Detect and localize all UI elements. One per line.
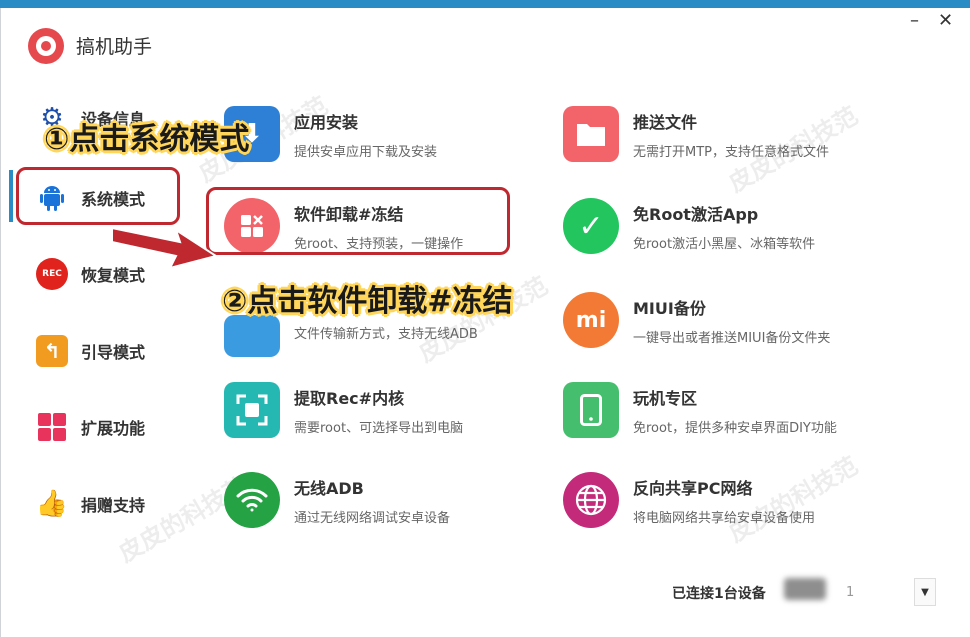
card-desc: 无需打开MTP，支持任意格式文件 — [633, 144, 829, 160]
device-suffix: 1 — [846, 585, 855, 600]
sidebar-item-label: 捐赠支持 — [81, 496, 146, 515]
highlight-box-uninstall — [206, 187, 510, 255]
card-desc: 免root激活小黑屋、冰箱等软件 — [633, 236, 816, 252]
app-title: 搞机助手 — [76, 36, 153, 58]
connection-status: 已连接1台设备 — [672, 586, 766, 602]
wifi-icon — [224, 472, 280, 528]
sidebar-item-bootloader-mode[interactable]: ↰ 引导模式 — [36, 331, 145, 371]
card-extract-rec-kernel[interactable]: 提取Rec#内核 需要root、可选择导出到电脑 — [224, 380, 463, 440]
card-title: 应用安装 — [294, 112, 359, 132]
sidebar-item-label: 引导模式 — [81, 343, 146, 362]
card-desc: 一键导出或者推送MIUI备份文件夹 — [633, 330, 831, 346]
card-wireless-adb[interactable]: 无线ADB 通过无线网络调试安卓设备 — [224, 470, 450, 530]
phone-icon — [563, 382, 619, 438]
card-desc: 将电脑网络共享给安卓设备使用 — [633, 510, 816, 526]
card-title: 玩机专区 — [633, 388, 698, 408]
annotation-step-2: ②点击软件卸载#冻结 — [222, 284, 513, 319]
card-title: MIUI备份 — [633, 298, 706, 318]
app-logo-icon — [28, 28, 64, 64]
thumbs-up-icon: 👍 — [35, 488, 69, 520]
title-strip — [0, 0, 970, 8]
folder-icon — [563, 106, 619, 162]
device-name-redacted — [784, 578, 826, 600]
arrow-annotation — [111, 226, 219, 270]
highlight-box-system-mode — [16, 167, 180, 225]
sidebar-item-label: 扩展功能 — [81, 419, 146, 438]
active-nav-indicator — [9, 170, 13, 222]
card-reverse-tether[interactable]: 反向共享PC网络 将电脑网络共享给安卓设备使用 — [563, 470, 815, 530]
close-button[interactable]: ✕ — [938, 10, 953, 31]
mi-icon: mi — [563, 292, 619, 348]
device-dropdown[interactable]: ▼ — [914, 578, 936, 606]
card-push-file[interactable]: 推送文件 无需打开MTP，支持任意格式文件 — [563, 104, 829, 164]
transfer-icon — [224, 315, 280, 357]
minimize-button[interactable]: – — [910, 10, 919, 31]
card-desc: 提供安卓应用下载及安装 — [294, 144, 438, 160]
card-desc: 通过无线网络调试安卓设备 — [294, 510, 451, 526]
annotation-step-1: ①点击系统模式 — [44, 122, 250, 157]
sidebar-item-extensions[interactable]: 扩展功能 — [36, 407, 145, 447]
rec-icon: REC — [36, 258, 68, 290]
card-title: 反向共享PC网络 — [633, 478, 753, 498]
card-root-free-activate[interactable]: ✓ 免Root激活App 免root激活小黑屋、冰箱等软件 — [563, 196, 815, 256]
card-title: 推送文件 — [633, 112, 698, 132]
card-title: 提取Rec#内核 — [294, 388, 405, 408]
grid-icon — [36, 411, 68, 443]
card-tinker-zone[interactable]: 玩机专区 免root，提供多种安卓界面DIY功能 — [563, 380, 837, 440]
card-app-install[interactable]: ⬇ 应用安装 提供安卓应用下载及安装 — [224, 104, 437, 164]
back-arrow-icon: ↰ — [36, 335, 68, 367]
sidebar-item-donate[interactable]: 👍 捐赠支持 — [36, 484, 145, 524]
card-desc: 文件传输新方式，支持无线ADB — [294, 326, 478, 342]
check-icon: ✓ — [563, 198, 619, 254]
globe-icon — [563, 472, 619, 528]
card-desc: 免root，提供多种安卓界面DIY功能 — [633, 420, 837, 436]
card-title: 无线ADB — [294, 478, 364, 498]
card-desc: 需要root、可选择导出到电脑 — [294, 420, 464, 436]
card-title: 免Root激活App — [633, 204, 759, 224]
card-miui-backup[interactable]: mi MIUI备份 一键导出或者推送MIUI备份文件夹 — [563, 290, 830, 350]
scan-icon — [224, 382, 280, 438]
